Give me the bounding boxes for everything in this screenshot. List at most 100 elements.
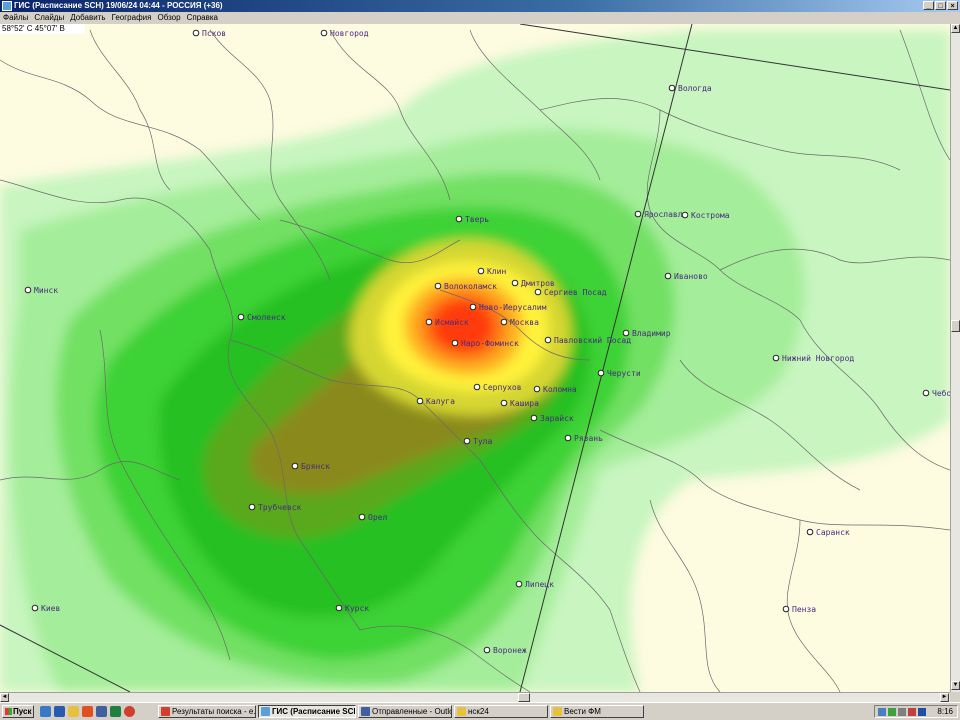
city-label: Тула <box>473 437 492 446</box>
city-marker[interactable]: Наро-Фоминск <box>451 339 519 348</box>
city-dot <box>31 604 39 612</box>
city-dot <box>320 29 328 37</box>
horizontal-scrollbar[interactable]: ◄ ► <box>0 692 950 702</box>
scroll-down-button[interactable]: ▼ <box>951 681 960 690</box>
city-dot <box>248 503 256 511</box>
city-marker[interactable]: Сергиев Посад <box>534 288 607 297</box>
city-label: Наро-Фоминск <box>461 339 519 348</box>
menu-files[interactable]: Файлы <box>0 12 31 24</box>
city-label: Иваново <box>674 272 708 281</box>
city-label: Киев <box>41 604 60 613</box>
maximize-button[interactable]: □ <box>935 1 946 10</box>
folder-icon[interactable] <box>68 706 79 717</box>
firefox-icon[interactable] <box>82 706 93 717</box>
city-marker[interactable]: Ярославль <box>634 210 688 219</box>
menu-view[interactable]: Обзор <box>154 12 183 24</box>
app-icon <box>2 1 12 11</box>
city-label: Псков <box>202 29 226 38</box>
city-label: Кострома <box>691 211 730 220</box>
taskbar: Пуск Результаты поиска - е... ГИС (Распи… <box>0 702 960 720</box>
task-gis-window[interactable]: ГИС (Расписание SCH)... <box>258 705 356 718</box>
chrome-icon <box>161 707 170 716</box>
city-dot <box>634 210 642 218</box>
city-label: Исмайск <box>435 318 469 327</box>
city-dot <box>533 385 541 393</box>
city-dot <box>358 513 366 521</box>
close-button[interactable]: × <box>947 1 958 10</box>
city-label: Чебо <box>932 388 950 398</box>
city-label: Ярославль <box>644 210 688 219</box>
city-marker[interactable]: Волоколамск <box>434 282 497 291</box>
city-dot <box>544 336 552 344</box>
city-dot <box>530 414 538 422</box>
city-dot <box>192 29 200 37</box>
clock: 8:16 <box>937 707 953 716</box>
outlook-icon[interactable] <box>96 706 107 717</box>
city-label: Калуга <box>426 397 455 406</box>
folder-icon <box>553 707 562 716</box>
security-icon[interactable] <box>888 708 896 716</box>
volume-icon[interactable] <box>898 708 906 716</box>
city-dot <box>434 282 442 290</box>
city-marker[interactable]: Павловский Посад <box>544 336 631 345</box>
city-label: Минск <box>34 286 58 295</box>
start-button[interactable]: Пуск <box>2 705 34 718</box>
city-label: Нижний Новгород <box>782 354 854 363</box>
map-canvas[interactable]: Псков Новгород Вологда Тверь Ярославль Костро… <box>0 24 950 692</box>
city-dot <box>469 303 477 311</box>
horizontal-scroll-thumb[interactable] <box>518 693 530 702</box>
network-icon[interactable] <box>878 708 886 716</box>
task-folder-nsk24[interactable]: нск24 <box>454 705 548 718</box>
menu-help[interactable]: Справка <box>184 12 221 24</box>
city-marker[interactable]: Ново-Иерусалим <box>469 303 547 312</box>
city-dot <box>291 462 299 470</box>
internet-explorer-icon[interactable] <box>54 706 65 717</box>
task-outlook[interactable]: Отправленные - Outlo... <box>358 705 452 718</box>
city-dot <box>477 267 485 275</box>
menu-add[interactable]: Добавить <box>67 12 108 24</box>
city-dot <box>681 211 689 219</box>
chrome-icon[interactable] <box>124 706 135 717</box>
city-marker[interactable]: Нижний Новгород <box>772 354 854 363</box>
city-label: Новгород <box>330 29 369 38</box>
menu-slides[interactable]: Слайды <box>31 12 67 24</box>
scroll-up-button[interactable]: ▲ <box>951 24 960 33</box>
city-dot <box>500 399 508 407</box>
task-folder-vesti-fm[interactable]: Вести ФМ <box>550 705 644 718</box>
city-dot <box>806 528 814 536</box>
scroll-right-button[interactable]: ► <box>940 693 949 702</box>
city-label: Кашира <box>510 399 539 408</box>
vertical-scrollbar[interactable]: ▲ ▼ <box>950 24 960 692</box>
show-desktop-icon[interactable] <box>40 706 51 717</box>
outlook-icon <box>361 707 370 716</box>
language-icon[interactable] <box>918 708 926 716</box>
city-label: Дмитров <box>521 279 555 288</box>
city-label: Серпухов <box>483 383 522 392</box>
vertical-scroll-thumb[interactable] <box>951 320 960 332</box>
city-dot <box>668 84 676 92</box>
city-dot <box>622 329 630 337</box>
city-dot <box>772 354 780 362</box>
city-dot <box>534 288 542 296</box>
tray-app-icon[interactable] <box>908 708 916 716</box>
city-dot <box>664 272 672 280</box>
city-label: Воронеж <box>493 646 527 655</box>
city-marker[interactable]: Трубчевск <box>248 502 302 512</box>
menu-bar: Файлы Слайды Добавить География Обзор Сп… <box>0 12 960 24</box>
city-dot <box>597 369 605 377</box>
city-dot <box>922 389 930 397</box>
minimize-button[interactable]: _ <box>923 1 934 10</box>
city-label: Липецк <box>525 580 554 589</box>
city-dot <box>515 580 523 588</box>
task-search-results[interactable]: Результаты поиска - е... <box>158 705 256 718</box>
city-label: Павловский Посад <box>554 336 631 345</box>
scroll-left-button[interactable]: ◄ <box>0 693 9 702</box>
app-quicklaunch-icon[interactable] <box>110 706 121 717</box>
task-label: Вести ФМ <box>564 707 601 716</box>
title-bar[interactable]: ГИС (Расписание SCH) 19/06/24 04:44 - РО… <box>0 0 960 12</box>
city-dot <box>511 279 519 287</box>
city-dot <box>455 215 463 223</box>
city-dot <box>24 286 32 294</box>
menu-geography[interactable]: География <box>109 12 155 24</box>
map-view[interactable]: Псков Новгород Вологда Тверь Ярославль Костро… <box>0 24 950 692</box>
